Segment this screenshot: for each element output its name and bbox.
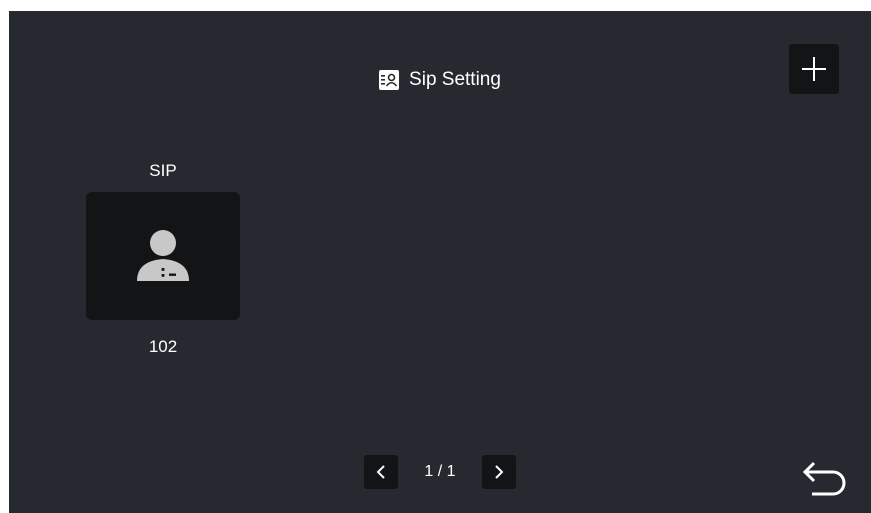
back-button[interactable]	[799, 457, 849, 499]
page-header: Sip Setting	[9, 63, 871, 97]
contact-card[interactable]	[86, 192, 240, 320]
user-avatar-icon	[137, 230, 189, 281]
pagination: 1 / 1	[9, 455, 871, 489]
contact-number: 102	[148, 337, 178, 356]
page-title: Sip Setting	[409, 69, 501, 90]
page-indicator: 1 / 1	[424, 463, 456, 480]
prev-page-button[interactable]	[364, 455, 399, 489]
sip-setting-screen: Sip Setting SIP 102 1 / 1	[9, 11, 871, 513]
add-button[interactable]	[789, 44, 839, 94]
next-page-button[interactable]	[481, 455, 516, 489]
contact-card-icon	[379, 70, 400, 90]
chevron-left-icon	[377, 465, 386, 479]
contact-label: SIP	[149, 161, 177, 180]
chevron-right-icon	[494, 465, 503, 479]
back-arrow-icon	[802, 461, 846, 496]
plus-icon	[802, 57, 826, 81]
